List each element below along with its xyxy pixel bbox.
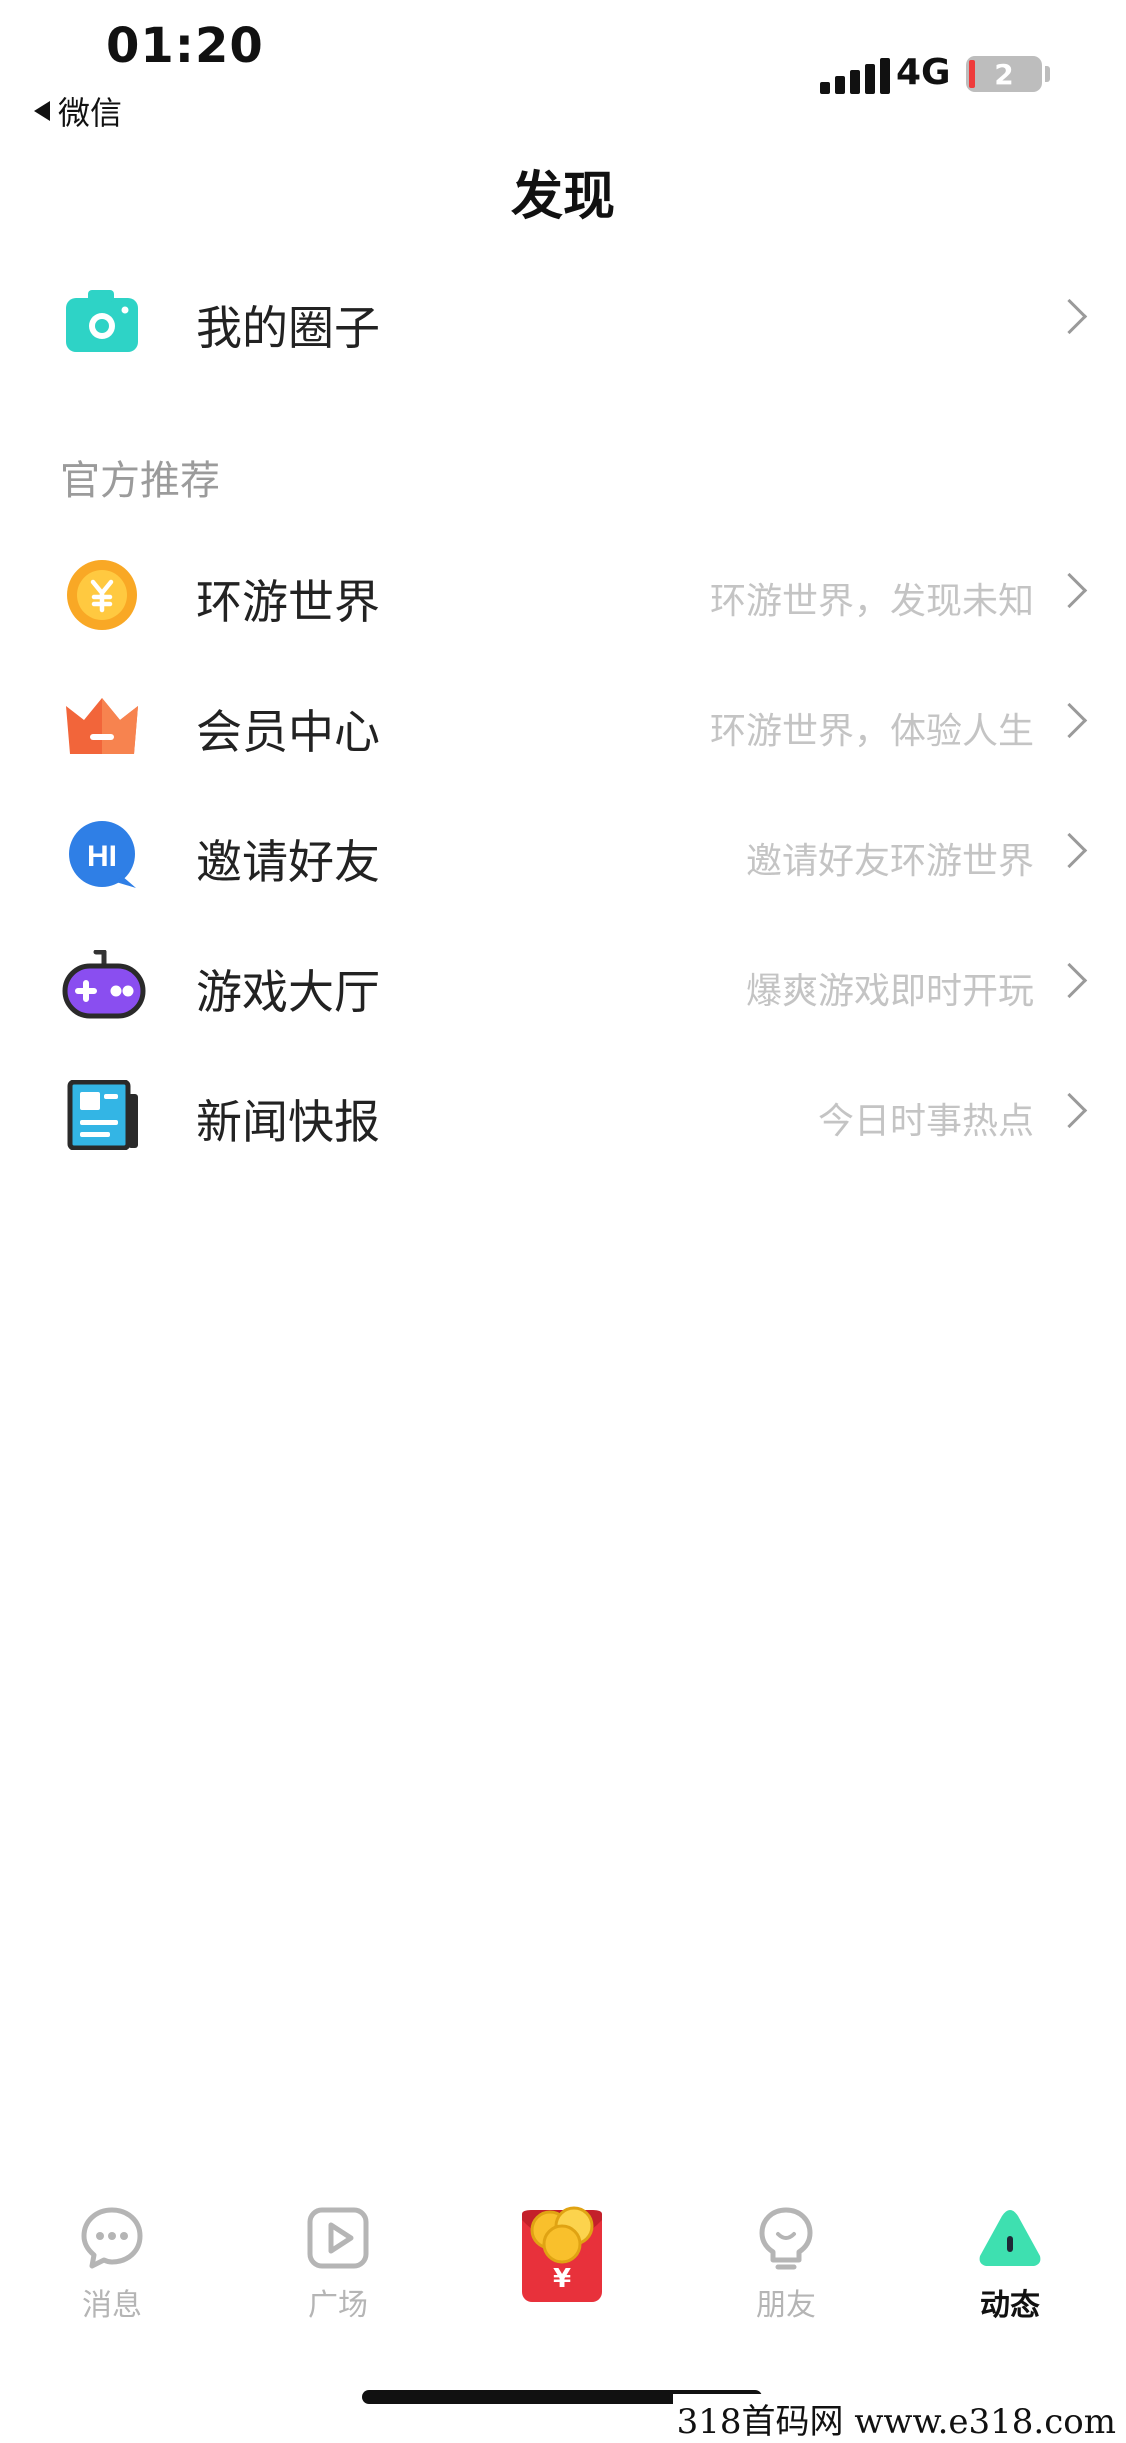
triangle-icon (978, 2206, 1042, 2270)
section-title: 官方推荐 (60, 458, 220, 504)
list-item-subtitle: 今日时事热点 (817, 1101, 1034, 1142)
back-app-label: 微信 (58, 94, 123, 132)
crown-icon (62, 690, 142, 760)
network-type: 4G (896, 52, 951, 93)
my-circle-label: 我的圈子 (196, 301, 380, 355)
list-item-label: 新闻快报 (196, 1095, 380, 1149)
back-arrow-icon (34, 101, 50, 121)
coin-icon (62, 560, 142, 630)
chevron-right-icon (1051, 702, 1088, 739)
back-to-wechat[interactable]: 微信 (34, 88, 122, 134)
tab-messages[interactable]: 消息 (52, 2206, 172, 2324)
camera-icon (62, 286, 142, 356)
play-icon (306, 2206, 370, 2270)
tab-plaza[interactable]: 广场 (278, 2206, 398, 2324)
list-item-games[interactable]: 游戏大厅 爆爽游戏即时开玩 (0, 928, 1126, 1038)
chevron-right-icon (1051, 832, 1088, 869)
list-item-label: 环游世界 (196, 575, 380, 629)
list-item-label: 会员中心 (196, 705, 380, 759)
list-item-subtitle: 环游世界，发现未知 (709, 581, 1034, 622)
tab-label: 朋友 (756, 2288, 816, 2323)
battery-level: 2 (994, 57, 1014, 91)
list-item-subtitle: 邀请好友环游世界 (745, 841, 1034, 882)
tab-label: 动态 (980, 2288, 1040, 2323)
list-item-label: 邀请好友 (196, 835, 380, 889)
battery-tip (1045, 66, 1050, 82)
red-envelope-symbol: ¥ (552, 2264, 572, 2294)
list-item-subtitle: 环游世界，体验人生 (709, 711, 1034, 752)
tab-label: 消息 (82, 2288, 142, 2323)
list-item-travel[interactable]: 环游世界 环游世界，发现未知 (0, 538, 1126, 648)
gamepad-icon (62, 949, 146, 1020)
newspaper-icon (62, 1079, 142, 1151)
tab-friends[interactable]: 朋友 (726, 2206, 846, 2324)
chat-bubble-icon (80, 2206, 144, 2270)
lightbulb-icon (754, 2206, 818, 2270)
page-title: 发现 (510, 167, 615, 227)
signal-icon (820, 56, 890, 94)
tab-label: 广场 (308, 2288, 368, 2323)
tab-moments[interactable]: 动态 (950, 2206, 1070, 2324)
svg-text:HI: HI (87, 840, 117, 873)
list-item-invite[interactable]: HI 邀请好友 邀请好友环游世界 (0, 798, 1126, 908)
chevron-right-icon (1051, 572, 1088, 609)
list-item-label: 游戏大厅 (196, 965, 380, 1019)
list-item-news[interactable]: 新闻快报 今日时事热点 (0, 1058, 1126, 1168)
status-time: 01:20 (106, 18, 264, 74)
hi-bubble-icon: HI (62, 820, 142, 890)
my-circle-row[interactable]: 我的圈子 (0, 264, 1126, 374)
chevron-right-icon (1051, 298, 1088, 335)
chevron-right-icon (1051, 962, 1088, 999)
chevron-right-icon (1051, 1092, 1088, 1129)
battery-icon: 2 (966, 56, 1042, 92)
list-item-subtitle: 爆爽游戏即时开玩 (745, 971, 1034, 1012)
red-envelope-button[interactable]: ¥ (520, 2200, 604, 2304)
list-item-membership[interactable]: 会员中心 环游世界，体验人生 (0, 668, 1126, 778)
